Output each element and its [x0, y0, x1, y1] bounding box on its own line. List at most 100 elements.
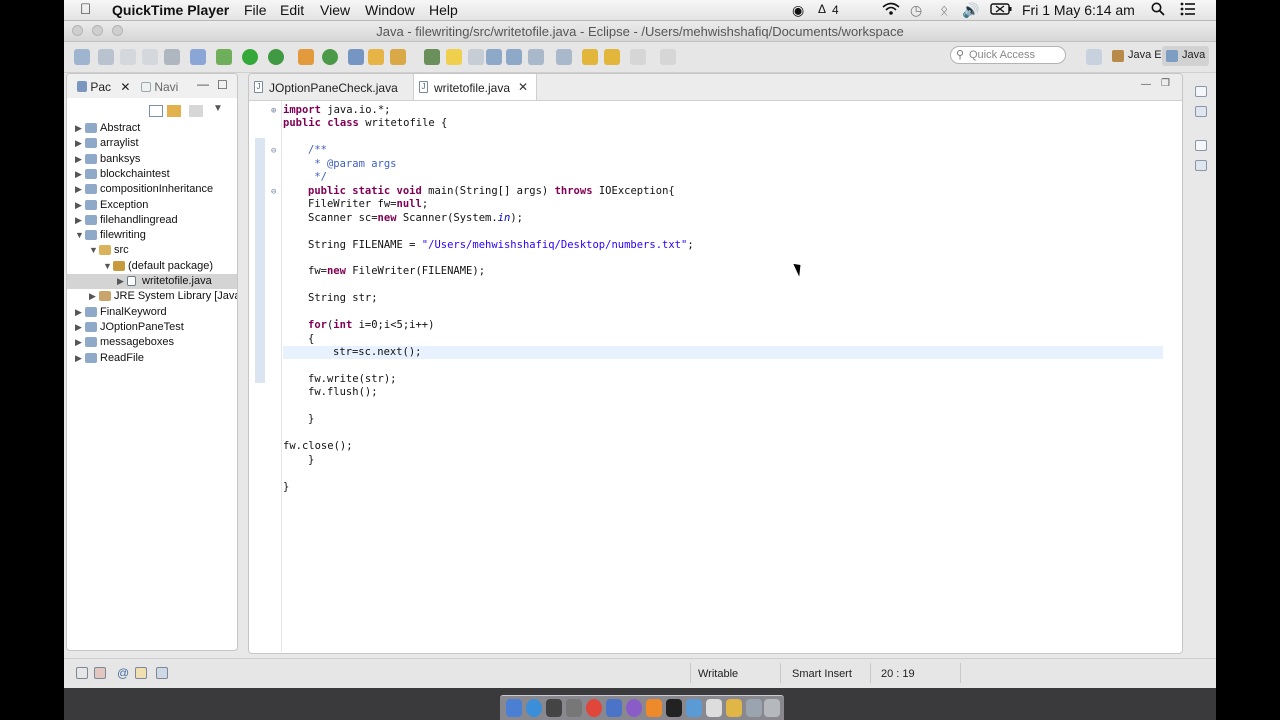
document-icon[interactable]	[706, 699, 722, 717]
print-icon[interactable]	[164, 49, 180, 65]
close-tab-icon[interactable]: ✕	[518, 80, 528, 94]
tree-item[interactable]: ▶ JRE System Library [Java	[67, 289, 237, 304]
expand-arrow-icon[interactable]: ▶	[75, 154, 82, 165]
pin-editor-icon[interactable]	[660, 49, 676, 65]
focus-icon[interactable]	[189, 105, 203, 117]
maximize-icon[interactable]: ☐	[217, 78, 228, 92]
battery-icon[interactable]	[990, 2, 1012, 18]
expand-arrow-icon[interactable]: ▶	[75, 322, 82, 333]
adobe-icon[interactable]: Δ	[818, 2, 826, 16]
network-icon[interactable]	[686, 699, 702, 717]
tab-navigator[interactable]: Navi	[141, 80, 178, 94]
coverage-icon[interactable]	[322, 49, 338, 65]
close-icon[interactable]: ✕	[120, 80, 130, 94]
expand-fold-icon[interactable]: ⊕	[271, 105, 276, 118]
tree-item[interactable]: ▶ compositionInheritance	[67, 182, 237, 197]
volume-icon[interactable]: 🔊	[962, 2, 979, 19]
collapse-fold-icon[interactable]: ⊖	[271, 186, 276, 199]
tree-item[interactable]: ▶ Exception	[67, 198, 237, 213]
code-area[interactable]: import java.io.*; ⊕ public class writetofi…	[249, 101, 1182, 652]
tab-package-explorer[interactable]: Pac ✕	[77, 80, 130, 94]
system-preferences-icon[interactable]	[546, 699, 562, 717]
console-icon[interactable]	[156, 667, 168, 679]
menu-file[interactable]: File	[244, 2, 267, 18]
declaration-icon[interactable]	[135, 667, 147, 679]
tab-writetofile[interactable]: J writetofile.java ✕	[413, 74, 537, 100]
search-icon[interactable]	[424, 49, 440, 65]
outline-icon[interactable]	[1195, 106, 1207, 117]
tree-item[interactable]: ▼ filewriting	[67, 228, 237, 243]
expand-arrow-icon[interactable]: ▶	[75, 307, 82, 318]
collapse-arrow-icon[interactable]: ▼	[103, 261, 112, 271]
vlc-icon[interactable]	[646, 699, 662, 717]
expand-arrow-icon[interactable]: ▶	[89, 291, 96, 302]
quicktime-icon[interactable]	[666, 699, 682, 717]
run-icon[interactable]	[242, 49, 258, 65]
expand-arrow-icon[interactable]: ▶	[75, 184, 82, 195]
forward-icon[interactable]	[630, 49, 646, 65]
perspective-java[interactable]: Java	[1162, 46, 1210, 66]
expand-arrow-icon[interactable]: ▶	[75, 215, 82, 226]
save-icon[interactable]	[120, 49, 136, 65]
tree-item[interactable]: ▶ blockchaintest	[67, 167, 237, 182]
tree-item[interactable]: ▶ banksys	[67, 152, 237, 167]
block-selection-icon[interactable]	[468, 49, 484, 65]
expand-arrow-icon[interactable]: ▶	[75, 138, 82, 149]
collapse-fold-icon[interactable]: ⊖	[271, 145, 276, 158]
tree-item[interactable]: ▶ filehandlingread	[67, 213, 237, 228]
menu-edit[interactable]: Edit	[280, 2, 304, 18]
notification-center-icon[interactable]	[1180, 2, 1196, 19]
menu-help[interactable]: Help	[429, 2, 458, 18]
tree-item[interactable]: ▶ writetofile.java	[67, 274, 237, 289]
collapse-arrow-icon[interactable]: ▼	[75, 230, 84, 240]
tree-item[interactable]: ▶ Abstract	[67, 121, 237, 136]
eclipse-icon[interactable]	[626, 699, 642, 717]
new-java-project-icon[interactable]	[348, 49, 364, 65]
save-all-icon[interactable]	[142, 49, 158, 65]
clock[interactable]: Fri 1 May 6:14 am	[1022, 2, 1135, 18]
restore-icon[interactable]	[1195, 140, 1207, 151]
show-whitespace-icon[interactable]	[486, 49, 502, 65]
safari-icon[interactable]	[526, 699, 542, 717]
debug-icon[interactable]	[216, 49, 232, 65]
tab-joptionpanecheck[interactable]: J JOptionPaneCheck.java	[249, 74, 411, 100]
trash-icon[interactable]	[764, 699, 780, 717]
expand-arrow-icon[interactable]: ▶	[75, 200, 82, 211]
finder-icon[interactable]	[506, 699, 522, 717]
tree-item[interactable]: ▶ arraylist	[67, 136, 237, 151]
wifi-icon[interactable]	[882, 2, 900, 19]
spotlight-icon[interactable]	[1151, 2, 1165, 19]
restore-icon[interactable]	[1195, 86, 1207, 97]
view-menu-icon[interactable]: ▼	[213, 103, 227, 115]
collapse-arrow-icon[interactable]: ▼	[89, 245, 98, 255]
expand-arrow-icon[interactable]: ▶	[75, 337, 82, 348]
task-list-icon[interactable]	[1195, 160, 1207, 171]
problems-icon[interactable]	[94, 667, 106, 679]
menu-view[interactable]: View	[320, 2, 350, 18]
menu-window[interactable]: Window	[365, 2, 415, 18]
back-dropdown-icon[interactable]	[604, 49, 620, 65]
previous-annotation-icon[interactable]	[556, 49, 572, 65]
minimize-icon[interactable]: —	[1141, 79, 1151, 90]
new-wizard-icon[interactable]	[98, 49, 114, 65]
new-package-icon[interactable]	[368, 49, 384, 65]
bluetooth-icon[interactable]: ᛟ	[940, 2, 948, 18]
open-type-icon[interactable]	[390, 49, 406, 65]
maximize-icon[interactable]: ❐	[1161, 78, 1170, 89]
javadoc-icon[interactable]: @	[117, 666, 129, 680]
tree-item[interactable]: ▼ src	[67, 243, 237, 258]
next-annotation-icon[interactable]	[528, 49, 544, 65]
expand-arrow-icon[interactable]: ▶	[75, 169, 82, 180]
tree-item[interactable]: ▶ ReadFile	[67, 351, 237, 366]
tree-item[interactable]: ▶ messageboxes	[67, 335, 237, 350]
external-tools-icon[interactable]	[268, 49, 284, 65]
tree-item[interactable]: ▶ FinalKeyword	[67, 305, 237, 320]
expand-arrow-icon[interactable]: ▶	[75, 353, 82, 364]
skip-breakpoints-icon[interactable]	[190, 49, 206, 65]
mark-occurrences-icon[interactable]	[446, 49, 462, 65]
back-icon[interactable]	[582, 49, 598, 65]
restore-icon[interactable]	[76, 667, 88, 679]
collapse-all-icon[interactable]	[149, 105, 163, 117]
expand-arrow-icon[interactable]: ▶	[75, 123, 82, 134]
expand-arrow-icon[interactable]: ▶	[117, 276, 124, 287]
